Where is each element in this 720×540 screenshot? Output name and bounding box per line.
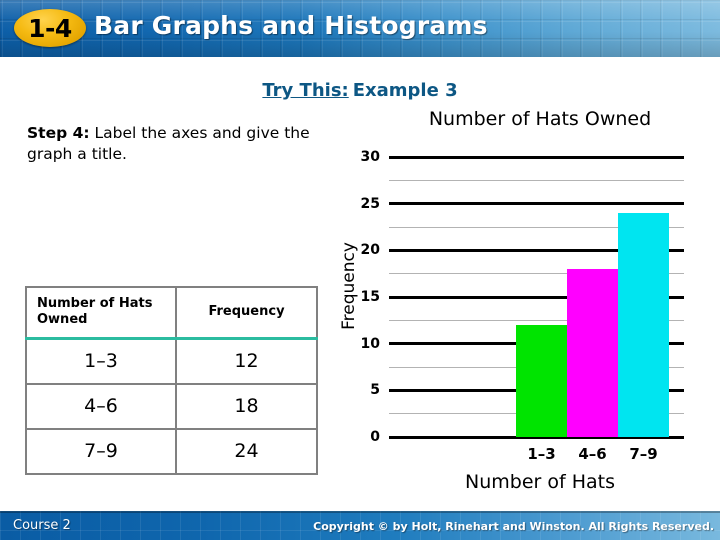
y-axis-title: Frequency <box>339 242 359 330</box>
x-axis-tick-label: 4–6 <box>578 445 607 463</box>
table-header-frequency: Frequency <box>175 286 318 340</box>
y-axis-tick-label: 25 <box>360 195 380 212</box>
y-axis-tick-label: 5 <box>370 382 380 399</box>
step-prefix: Step 4: <box>27 124 90 142</box>
table-row: 4–6 18 <box>25 382 318 430</box>
example-label: Example 3 <box>352 80 458 101</box>
table-cell-interval: 7–9 <box>25 427 177 475</box>
course-label: Course 2 <box>13 518 71 533</box>
try-this-heading: Try This: Example 3 <box>0 80 720 101</box>
lesson-number-badge: 1-4 <box>14 9 86 47</box>
gridline-major <box>389 202 684 206</box>
frequency-table: Number of Hats Owned Frequency 1–3 12 4–… <box>25 286 318 475</box>
gridline-minor <box>389 179 684 181</box>
table-header-hats-owned: Number of Hats Owned <box>25 286 177 340</box>
y-axis-tick-label: 0 <box>370 429 380 445</box>
y-axis-tick-label: 30 <box>360 149 380 165</box>
table-row: 1–3 12 <box>25 337 318 385</box>
x-axis-tick-label: 1–3 <box>527 445 556 463</box>
bar <box>618 213 669 437</box>
footer-divider <box>0 511 720 513</box>
y-axis-tick-label: 10 <box>360 335 380 352</box>
page-title: Bar Graphs and Histograms <box>94 11 488 40</box>
try-this-label: Try This: <box>262 80 349 101</box>
table-cell-interval: 4–6 <box>25 382 177 430</box>
x-axis-tick-label: 7–9 <box>629 445 658 463</box>
bar <box>567 269 618 437</box>
table-cell-frequency: 12 <box>175 337 318 385</box>
gridline-major <box>389 155 684 159</box>
copyright-notice: Copyright © by Holt, Rinehart and Winsto… <box>313 520 714 533</box>
lesson-number-label: 1-4 <box>28 13 72 43</box>
slide-footer: Course 2 Copyright © by Holt, Rinehart a… <box>0 511 720 540</box>
bar <box>516 325 567 437</box>
x-axis-tick-labels: 1–3 4–6 7–9 <box>389 445 684 467</box>
chart-title: Number of Hats Owned <box>428 108 652 130</box>
histogram-chart: Number of Hats Owned Frequency 30 25 20 15 1… <box>330 108 710 503</box>
y-axis-tick-label: 15 <box>360 289 380 305</box>
table-cell-interval: 1–3 <box>25 337 177 385</box>
x-axis-title: Number of Hats <box>465 471 615 493</box>
table-row: 7–9 24 <box>25 427 318 475</box>
step-instruction: Step 4: Label the axes and give the grap… <box>27 123 327 165</box>
table-cell-frequency: 18 <box>175 382 318 430</box>
table-cell-frequency: 24 <box>175 427 318 475</box>
plot-area: 30 25 20 15 10 5 0 <box>361 149 684 445</box>
y-axis-tick-label: 20 <box>360 242 380 259</box>
slide-header: 1-4 Bar Graphs and Histograms <box>0 0 720 57</box>
table-header-row: Number of Hats Owned Frequency <box>25 286 318 340</box>
